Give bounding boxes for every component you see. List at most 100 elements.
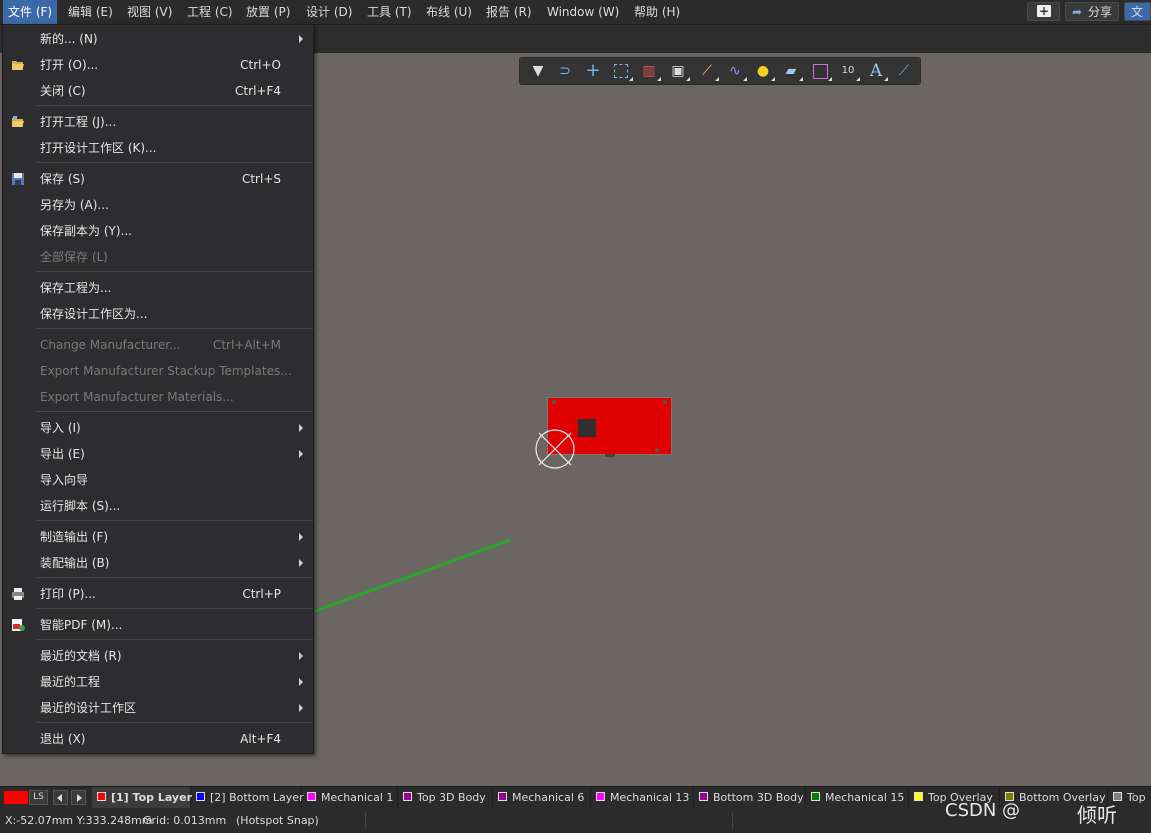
share-button[interactable]: ➦ 分享	[1065, 2, 1119, 21]
crosshair-icon[interactable]: +	[583, 61, 603, 81]
menu-item-exit[interactable]: 退出 (X) Alt+F4	[3, 726, 313, 752]
menu-help[interactable]: 帮助 (H)	[629, 0, 685, 24]
route-icon[interactable]: ⊃	[555, 61, 575, 81]
menu-item-recent-documents[interactable]: 最近的文档 (R)	[3, 643, 313, 669]
layer-set-button[interactable]: LS	[29, 790, 48, 805]
menu-item-open-workspace[interactable]: 打开设计工作区 (K)...	[3, 135, 313, 161]
align-icon[interactable]: ▥	[639, 61, 661, 81]
layer-color-swatch	[307, 792, 316, 801]
menu-item-export[interactable]: 导出 (E)	[3, 441, 313, 467]
menu-item-label: 智能PDF (M)...	[40, 618, 123, 632]
menu-item-save-project-as[interactable]: 保存工程为...	[3, 275, 313, 301]
menu-item-label: 最近的工程	[40, 675, 101, 689]
layer-set-label: LS	[33, 792, 44, 802]
layer-color-swatch	[403, 792, 412, 801]
layer-tab-label: Top 3D Body	[417, 791, 486, 804]
layer-tab-label: Mechanical 6	[512, 791, 585, 804]
menu-project[interactable]: 工程 (C)	[182, 0, 238, 24]
menu-item-label: 保存副本为 (Y)...	[40, 224, 132, 238]
layer-scroll-left-button[interactable]	[53, 790, 68, 805]
layer-color-swatch	[97, 792, 106, 801]
menu-item-shortcut: Ctrl+Alt+M	[212, 338, 281, 352]
menu-item-print[interactable]: 打印 (P)... Ctrl+P	[3, 581, 313, 607]
snap-mode: (Hotspot Snap)	[236, 814, 319, 827]
component-icon[interactable]: ▣	[668, 61, 690, 81]
layer-tab-label: Mechanical 13	[610, 791, 690, 804]
layer-tab-top-layer[interactable]: [1] Top Layer	[92, 787, 192, 808]
menu-separator	[37, 608, 313, 609]
menu-separator	[37, 411, 313, 412]
menu-item-open-project[interactable]: 打开工程 (J)...	[3, 109, 313, 135]
menu-item-new[interactable]: 新的... (N)	[3, 26, 313, 52]
menu-item-assembly-outputs[interactable]: 装配输出 (B)	[3, 550, 313, 576]
menu-item-label: 最近的设计工作区	[40, 701, 137, 715]
menu-item-close[interactable]: 关闭 (C) Ctrl+F4	[3, 78, 313, 104]
submenu-arrow-icon	[299, 652, 303, 660]
menu-item-label: 导出 (E)	[40, 447, 85, 461]
status-divider	[732, 812, 733, 829]
menu-report[interactable]: 报告 (R)	[481, 0, 537, 24]
select-rect-icon[interactable]	[611, 61, 633, 81]
layer-color-swatch	[914, 792, 923, 801]
menu-item-open[interactable]: 打开 (O)... Ctrl+O	[3, 52, 313, 78]
menu-item-smart-pdf[interactable]: 智能PDF (M)...	[3, 612, 313, 638]
comment-button[interactable]: +	[1027, 2, 1060, 21]
layer-tab-bottom-layer[interactable]: [2] Bottom Layer	[191, 787, 304, 808]
menu-tools[interactable]: 工具 (T)	[362, 0, 417, 24]
pcb-connector	[605, 454, 615, 457]
extra-button[interactable]: 文	[1124, 2, 1151, 21]
menu-item-fabrication-outputs[interactable]: 制造输出 (F)	[3, 524, 313, 550]
menu-design[interactable]: 设计 (D)	[301, 0, 357, 24]
menu-item-save-copy-as[interactable]: 保存副本为 (Y)...	[3, 218, 313, 244]
menu-item-shortcut: Ctrl+O	[240, 58, 281, 72]
current-layer-color-swatch[interactable]	[4, 791, 28, 804]
menu-item-shortcut: Ctrl+F4	[235, 84, 281, 98]
menu-item-label: 装配输出 (B)	[40, 556, 110, 570]
menu-separator	[37, 105, 313, 106]
menu-view[interactable]: 视图 (V)	[122, 0, 177, 24]
extra-label: 文	[1131, 5, 1144, 19]
layer-tab-label: Mechanical 15	[825, 791, 905, 804]
menu-item-import[interactable]: 导入 (I)	[3, 415, 313, 441]
menu-item-label: Export Manufacturer Materials...	[40, 390, 234, 404]
menu-window[interactable]: Window (W)	[542, 0, 624, 24]
menu-file[interactable]: 文件 (F)	[3, 0, 58, 24]
menu-item-label: 导入 (I)	[40, 421, 81, 435]
pad-icon[interactable]: ●	[753, 61, 775, 81]
diff-pair-icon[interactable]: ∿	[725, 61, 747, 81]
menu-item-recent-workspaces[interactable]: 最近的设计工作区	[3, 695, 313, 721]
pcb-chip	[578, 419, 596, 437]
layer-tab-label: [2] Bottom Layer	[210, 791, 304, 804]
menu-item-run-script[interactable]: 运行脚本 (S)...	[3, 493, 313, 519]
menu-item-label: 新的... (N)	[40, 32, 98, 46]
origin-marker	[535, 429, 575, 469]
menu-place[interactable]: 放置 (P)	[241, 0, 295, 24]
menu-item-label: 退出 (X)	[40, 732, 86, 746]
menu-item-recent-projects[interactable]: 最近的工程	[3, 669, 313, 695]
menu-item-label: 另存为 (A)...	[40, 198, 109, 212]
menu-route[interactable]: 布线 (U)	[421, 0, 477, 24]
tune-length-icon[interactable]	[810, 61, 832, 81]
filter-icon[interactable]: ▼	[528, 61, 548, 81]
line-icon[interactable]: ⟋	[894, 61, 914, 81]
layer-tab-mechanical-1[interactable]: Mechanical 1	[302, 787, 398, 808]
menu-item-save[interactable]: 保存 (S) Ctrl+S	[3, 166, 313, 192]
menu-item-save-workspace-as[interactable]: 保存设计工作区为...	[3, 301, 313, 327]
save-icon	[12, 173, 24, 185]
file-menu-dropdown: 新的... (N) 打开 (O)... Ctrl+O 关闭 (C) Ctrl+F…	[2, 24, 314, 754]
dimension-icon[interactable]: 10	[838, 61, 860, 81]
layer-tab-top-3d-body[interactable]: Top 3D Body	[398, 787, 493, 808]
menu-edit[interactable]: 编辑 (E)	[63, 0, 118, 24]
layer-tab-label: Mechanical 1	[321, 791, 394, 804]
menu-item-import-wizard[interactable]: 导入向导	[3, 467, 313, 493]
menu-item-save-as[interactable]: 另存为 (A)...	[3, 192, 313, 218]
text-icon[interactable]: A	[866, 61, 888, 81]
layer-tab-mechanical-13[interactable]: Mechanical 13	[591, 787, 694, 808]
interactive-route-icon[interactable]: ⟋	[697, 61, 719, 81]
polygon-icon[interactable]: ▰	[781, 61, 803, 81]
layer-tab-bottom-3d-body[interactable]: Bottom 3D Body	[694, 787, 806, 808]
layer-tab-mechanical-6[interactable]: Mechanical 6	[493, 787, 591, 808]
submenu-arrow-icon	[299, 704, 303, 712]
layer-tab-mechanical-15[interactable]: Mechanical 15	[806, 787, 909, 808]
layer-scroll-right-button[interactable]	[71, 790, 86, 805]
